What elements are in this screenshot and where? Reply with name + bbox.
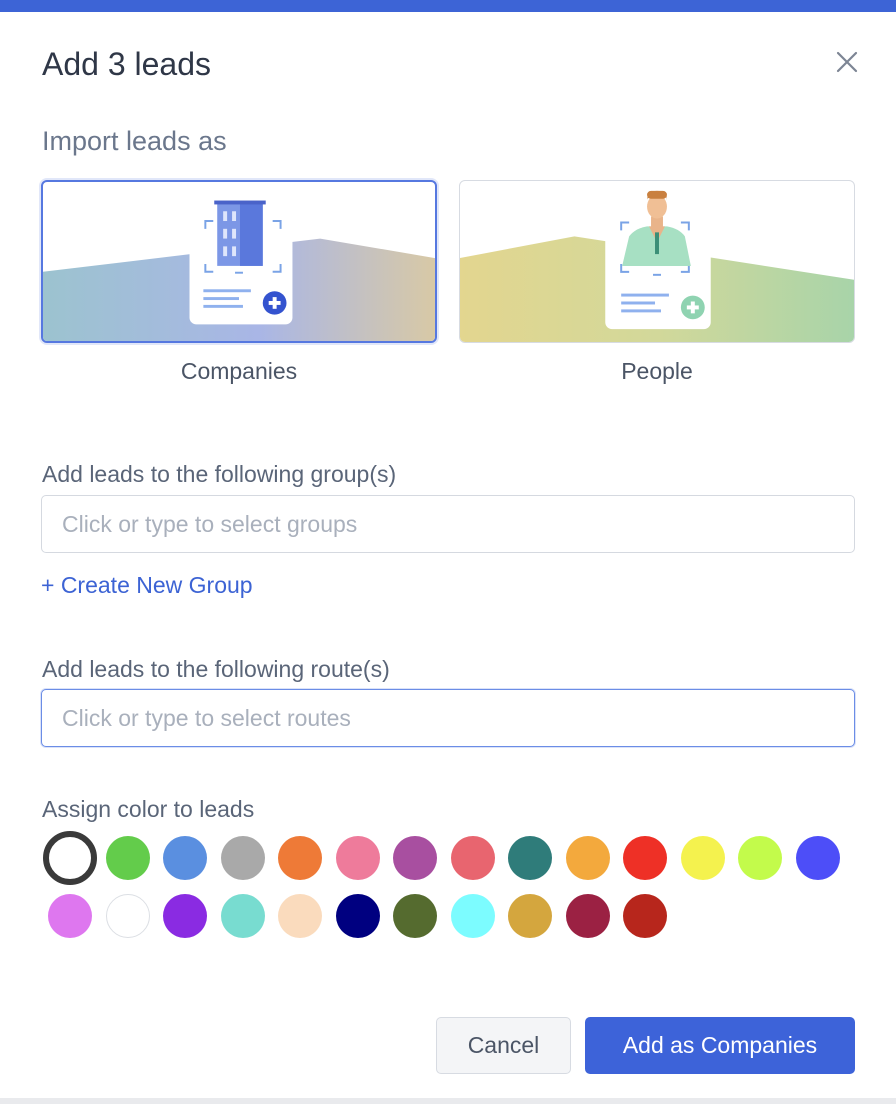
- color-swatch[interactable]: [163, 836, 207, 880]
- dialog-top-accent-bar: [0, 0, 896, 12]
- color-swatch[interactable]: [565, 894, 610, 938]
- routes-select-input[interactable]: [41, 689, 855, 747]
- create-new-group-link[interactable]: + Create New Group: [41, 572, 253, 599]
- groups-field-label: Add leads to the following group(s): [42, 461, 397, 487]
- bottom-edge: [0, 1098, 896, 1104]
- color-swatch[interactable]: [43, 831, 97, 885]
- color-swatch[interactable]: [335, 836, 380, 880]
- color-swatch[interactable]: [450, 836, 495, 880]
- person-icon: [460, 190, 854, 342]
- color-swatch[interactable]: [220, 836, 265, 880]
- color-swatch[interactable]: [220, 894, 265, 938]
- color-swatch[interactable]: [393, 836, 437, 880]
- add-as-companies-button[interactable]: Add as Companies: [585, 1017, 855, 1074]
- color-swatch[interactable]: [565, 836, 610, 880]
- color-swatch[interactable]: [48, 894, 92, 938]
- import-leads-label: Import leads as: [42, 126, 227, 156]
- groups-select-input[interactable]: [41, 495, 855, 553]
- cancel-button[interactable]: Cancel: [436, 1017, 571, 1074]
- color-swatch[interactable]: [738, 836, 782, 880]
- color-swatch[interactable]: [163, 894, 207, 938]
- color-swatch[interactable]: [680, 836, 725, 880]
- color-swatch[interactable]: [105, 894, 150, 938]
- companies-option-label: Companies: [180, 358, 298, 384]
- color-swatch[interactable]: [278, 836, 322, 880]
- people-option-card[interactable]: [459, 180, 855, 343]
- routes-field-label: Add leads to the following route(s): [42, 656, 390, 682]
- people-option-label: People: [621, 358, 693, 384]
- color-swatch[interactable]: [278, 894, 322, 938]
- color-swatch[interactable]: [508, 894, 552, 938]
- building-icon: [43, 200, 435, 341]
- color-swatch[interactable]: [795, 836, 840, 880]
- color-swatch[interactable]: [623, 836, 667, 880]
- color-swatch[interactable]: [105, 836, 150, 880]
- close-icon[interactable]: [833, 48, 861, 76]
- color-swatch[interactable]: [335, 894, 380, 938]
- color-swatch[interactable]: [450, 894, 495, 938]
- dialog-title: Add 3 leads: [42, 46, 212, 82]
- color-swatch[interactable]: [508, 836, 552, 880]
- companies-option-card[interactable]: [41, 180, 437, 343]
- assign-color-label: Assign color to leads: [42, 796, 255, 822]
- color-swatch[interactable]: [623, 894, 667, 938]
- color-swatch[interactable]: [393, 894, 437, 938]
